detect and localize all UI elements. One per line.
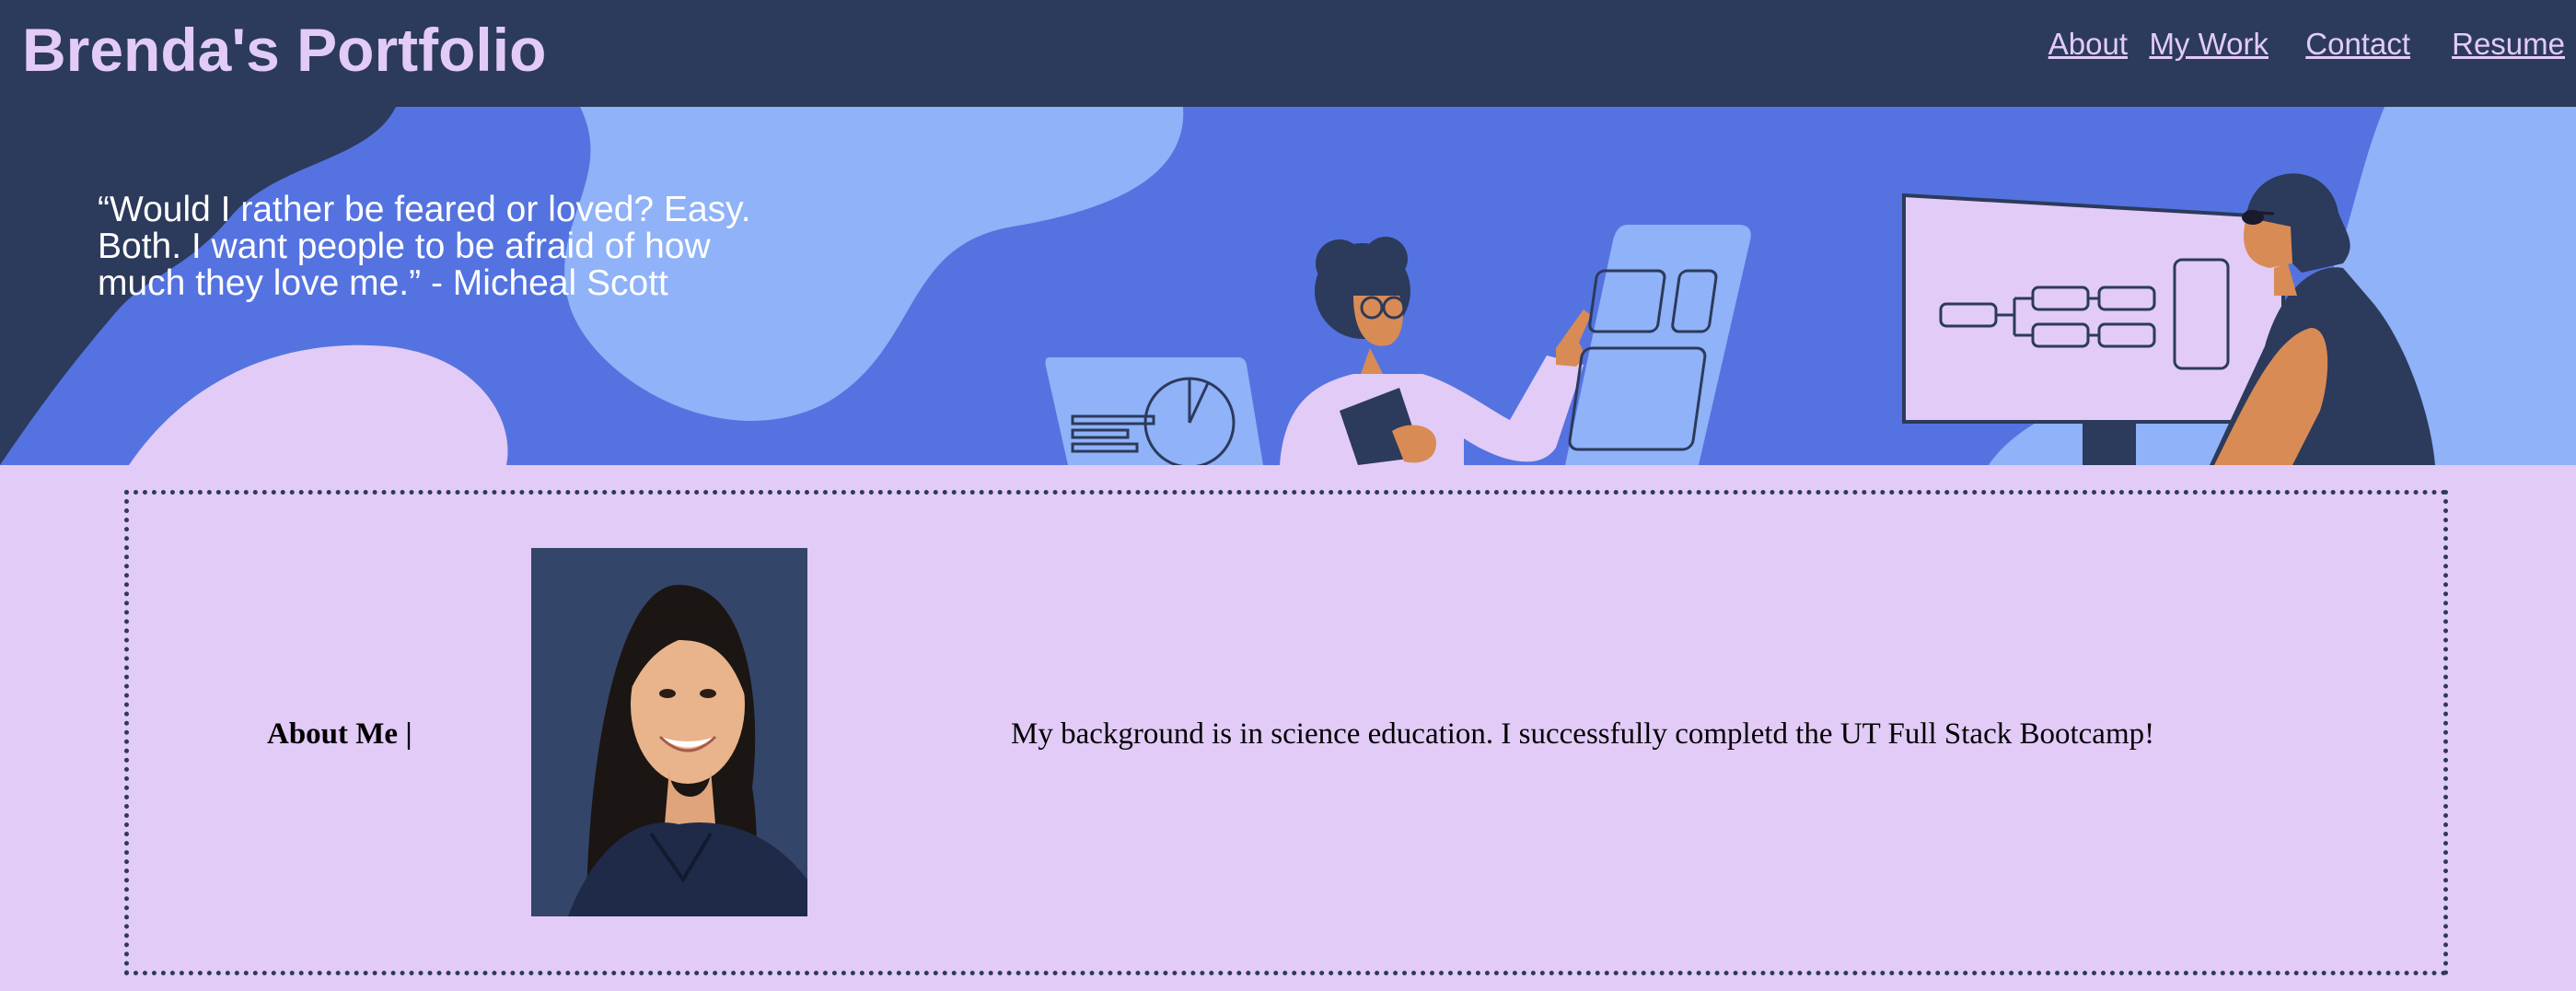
laptop-chart-icon bbox=[1045, 357, 1263, 465]
person-curly-hair-icon bbox=[1280, 237, 1591, 465]
phone-wireframe-icon bbox=[1565, 225, 1751, 465]
site-header: Brenda's Portfolio About My Work Contact… bbox=[0, 0, 2576, 107]
about-section: About Me | My background is in science e… bbox=[124, 490, 2448, 975]
about-description: My background is in science education. I… bbox=[1011, 717, 2155, 751]
nav-link-resume[interactable]: Resume bbox=[2452, 26, 2565, 63]
site-title: Brenda's Portfolio bbox=[22, 16, 547, 84]
about-heading: About Me | bbox=[267, 717, 412, 751]
nav-link-about[interactable]: About bbox=[2048, 26, 2128, 63]
nav-link-my-work[interactable]: My Work bbox=[2149, 26, 2269, 63]
nav-link-contact[interactable]: Contact bbox=[2305, 26, 2410, 63]
hero-quote: “Would I rather be feared or loved? Easy… bbox=[98, 190, 751, 303]
profile-photo bbox=[531, 548, 807, 916]
profile-photo-image bbox=[531, 548, 807, 916]
lavender-blob bbox=[129, 344, 508, 465]
hero-banner: “Would I rather be feared or loved? Easy… bbox=[0, 107, 2576, 465]
